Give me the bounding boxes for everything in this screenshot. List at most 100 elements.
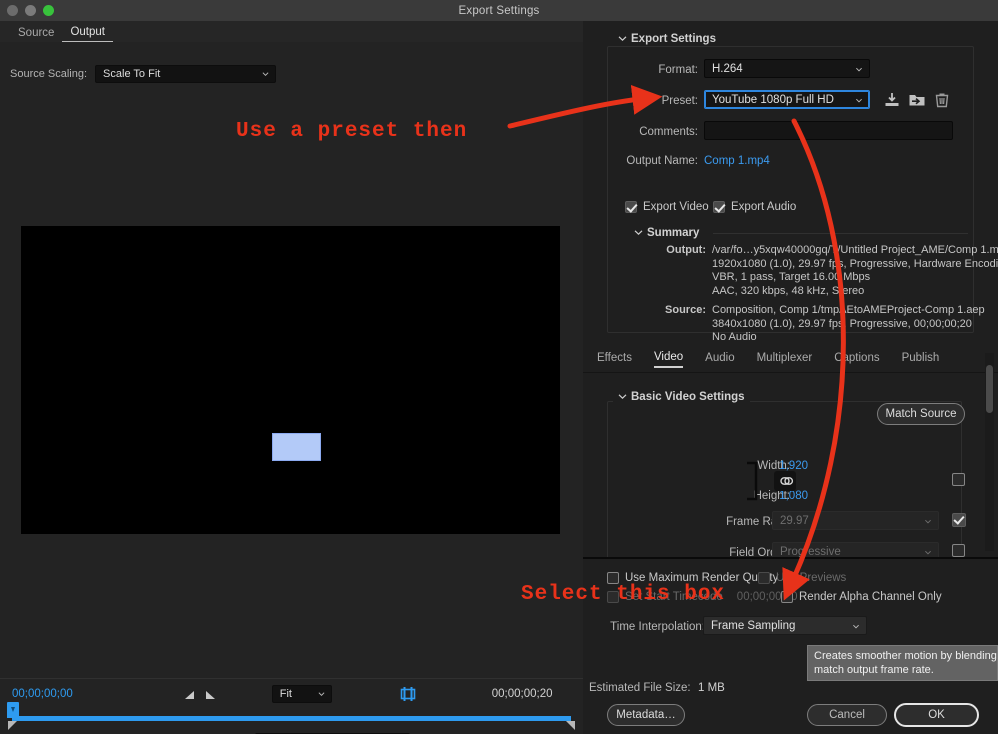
minimize-window-button[interactable] [25, 5, 36, 16]
field-order-match-source-checkbox[interactable] [952, 544, 965, 557]
work-area-bar[interactable] [12, 716, 571, 721]
subtab-multiplexer[interactable]: Multiplexer [757, 352, 813, 367]
checkbox-box-icon [713, 201, 725, 213]
comments-input[interactable] [704, 121, 953, 140]
tooltip-line-1: Creates smoother motion by blending ad [814, 649, 991, 663]
use-previews-label: Use Previews [776, 572, 846, 584]
tab-source[interactable]: Source [10, 27, 62, 42]
duration-timecode: 00;00;00;20 [492, 688, 553, 700]
annotation-text-select-this-box: Select this box [521, 583, 725, 606]
link-icon[interactable] [774, 471, 796, 491]
settings-subtabs: Effects Video Audio Multiplexer Captions… [583, 346, 998, 373]
field-order-value: Progressive [780, 546, 841, 558]
source-scaling-select[interactable]: Scale To Fit [95, 65, 276, 83]
export-video-checkbox[interactable]: Export Video [625, 201, 709, 213]
format-value: H.264 [712, 63, 743, 75]
time-interpolation-select[interactable]: Frame Sampling [703, 616, 867, 635]
save-preset-icon[interactable] [883, 91, 901, 109]
summary-source-line-1: Composition, Comp 1/tmpAEtoAMEProject-Co… [712, 304, 985, 318]
summary-output-line-3: VBR, 1 pass, Target 16.00 Mbps [712, 271, 998, 285]
subtab-effects[interactable]: Effects [597, 352, 632, 367]
source-range-row: Source Range: Work Area [0, 729, 583, 734]
video-preview-area [0, 85, 583, 673]
set-in-point-icon[interactable] [183, 688, 196, 701]
output-name-label: Output Name: [613, 155, 698, 167]
preview-zoom-value: Fit [280, 688, 292, 700]
source-range-marker-icon[interactable] [399, 686, 417, 702]
ok-button[interactable]: OK [894, 703, 979, 727]
subtab-publish[interactable]: Publish [902, 352, 940, 367]
preset-select[interactable]: YouTube 1080p Full HD [704, 90, 870, 109]
delete-preset-icon[interactable] [933, 91, 951, 109]
inout-point-buttons [183, 688, 217, 701]
subtab-video[interactable]: Video [654, 351, 683, 368]
preview-tabbar: Source Output [0, 21, 583, 42]
frame-rate-match-source-checkbox[interactable] [952, 513, 966, 527]
time-interpolation-tooltip: Creates smoother motion by blending ad m… [807, 645, 998, 681]
render-alpha-channel-only-checkbox[interactable]: Render Alpha Channel Only [781, 591, 942, 603]
output-name-link[interactable]: Comp 1.mp4 [704, 155, 770, 167]
source-scaling-label: Source Scaling: [10, 68, 87, 80]
window-titlebar: Export Settings [0, 0, 998, 21]
summary-group-title[interactable]: Summary [629, 227, 704, 239]
import-preset-icon[interactable] [908, 91, 926, 109]
chevron-down-icon [852, 623, 860, 630]
preview-zoom-select[interactable]: Fit [272, 685, 332, 703]
summary-rule [713, 233, 968, 234]
export-settings-group-title[interactable]: Export Settings [613, 33, 721, 45]
chevron-down-icon [855, 97, 863, 104]
zoom-window-button[interactable] [43, 5, 54, 16]
summary-output-line-1: /var/fo…y5xqw40000gq/T/Untitled Project_… [712, 244, 998, 258]
export-audio-checkbox[interactable]: Export Audio [713, 201, 796, 213]
width-height-match-source-checkbox[interactable] [952, 473, 965, 486]
summary-output-line-4: AAC, 320 kbps, 48 kHz, Stereo [712, 285, 998, 299]
format-select[interactable]: H.264 [704, 59, 870, 78]
scrubber[interactable] [0, 702, 583, 728]
subtab-audio[interactable]: Audio [705, 352, 734, 367]
estimated-file-size-value: 1 MB [698, 682, 725, 694]
chevron-down-icon [262, 71, 269, 78]
render-alpha-channel-only-label: Render Alpha Channel Only [799, 591, 942, 603]
use-previews-checkbox[interactable]: Use Previews [758, 572, 846, 584]
chevron-down-icon[interactable] [618, 392, 627, 401]
time-interpolation-label: Time Interpolation: [593, 621, 705, 633]
export-settings-window: Export Settings Source Output Source Sca… [0, 0, 998, 734]
estimated-file-size-label: Estimated File Size: [589, 682, 699, 694]
set-out-point-icon[interactable] [204, 688, 217, 701]
time-interpolation-value: Frame Sampling [711, 620, 795, 632]
annotation-text-use-a-preset: Use a preset then [236, 120, 467, 143]
summary-source-line-3: No Audio [712, 331, 985, 345]
export-audio-label: Export Audio [731, 201, 796, 213]
chevron-down-icon[interactable] [634, 228, 643, 237]
basic-video-settings-label: Basic Video Settings [631, 391, 745, 403]
video-frame [21, 226, 560, 534]
summary-source-line-2: 3840x1080 (1.0), 29.97 fps, Progressive,… [712, 318, 985, 332]
frame-rate-select[interactable]: 29.97 [772, 511, 939, 530]
chevron-down-icon [924, 518, 932, 525]
export-video-label: Export Video [643, 201, 709, 213]
summary-label: Summary [647, 227, 699, 239]
tooltip-line-2: match output frame rate. [814, 663, 991, 677]
tab-output[interactable]: Output [62, 26, 113, 42]
metadata-button[interactable]: Metadata… [607, 704, 685, 726]
playhead-handle[interactable] [7, 702, 19, 718]
source-scaling-row: Source Scaling: Scale To Fit [0, 63, 583, 85]
match-source-button[interactable]: Match Source [877, 403, 965, 425]
checkbox-box-icon [781, 591, 793, 603]
close-window-button[interactable] [7, 5, 18, 16]
preset-value: YouTube 1080p Full HD [712, 94, 834, 106]
format-label: Format: [613, 64, 698, 76]
subtab-captions[interactable]: Captions [834, 352, 879, 367]
source-scaling-value: Scale To Fit [103, 68, 160, 80]
link-bracket-icon [743, 461, 763, 501]
checkbox-box-icon [625, 201, 637, 213]
summary-output-key: Output: [646, 244, 706, 258]
height-value[interactable]: 1,080 [718, 490, 808, 502]
cancel-button[interactable]: Cancel [807, 704, 887, 726]
chevron-down-icon[interactable] [618, 34, 627, 43]
preset-label: Preset: [613, 95, 698, 107]
settings-scrollbar-thumb[interactable] [986, 365, 993, 413]
chevron-down-icon [318, 691, 325, 698]
basic-video-settings-title[interactable]: Basic Video Settings [613, 391, 750, 403]
current-timecode[interactable]: 00;00;00;00 [12, 688, 73, 700]
